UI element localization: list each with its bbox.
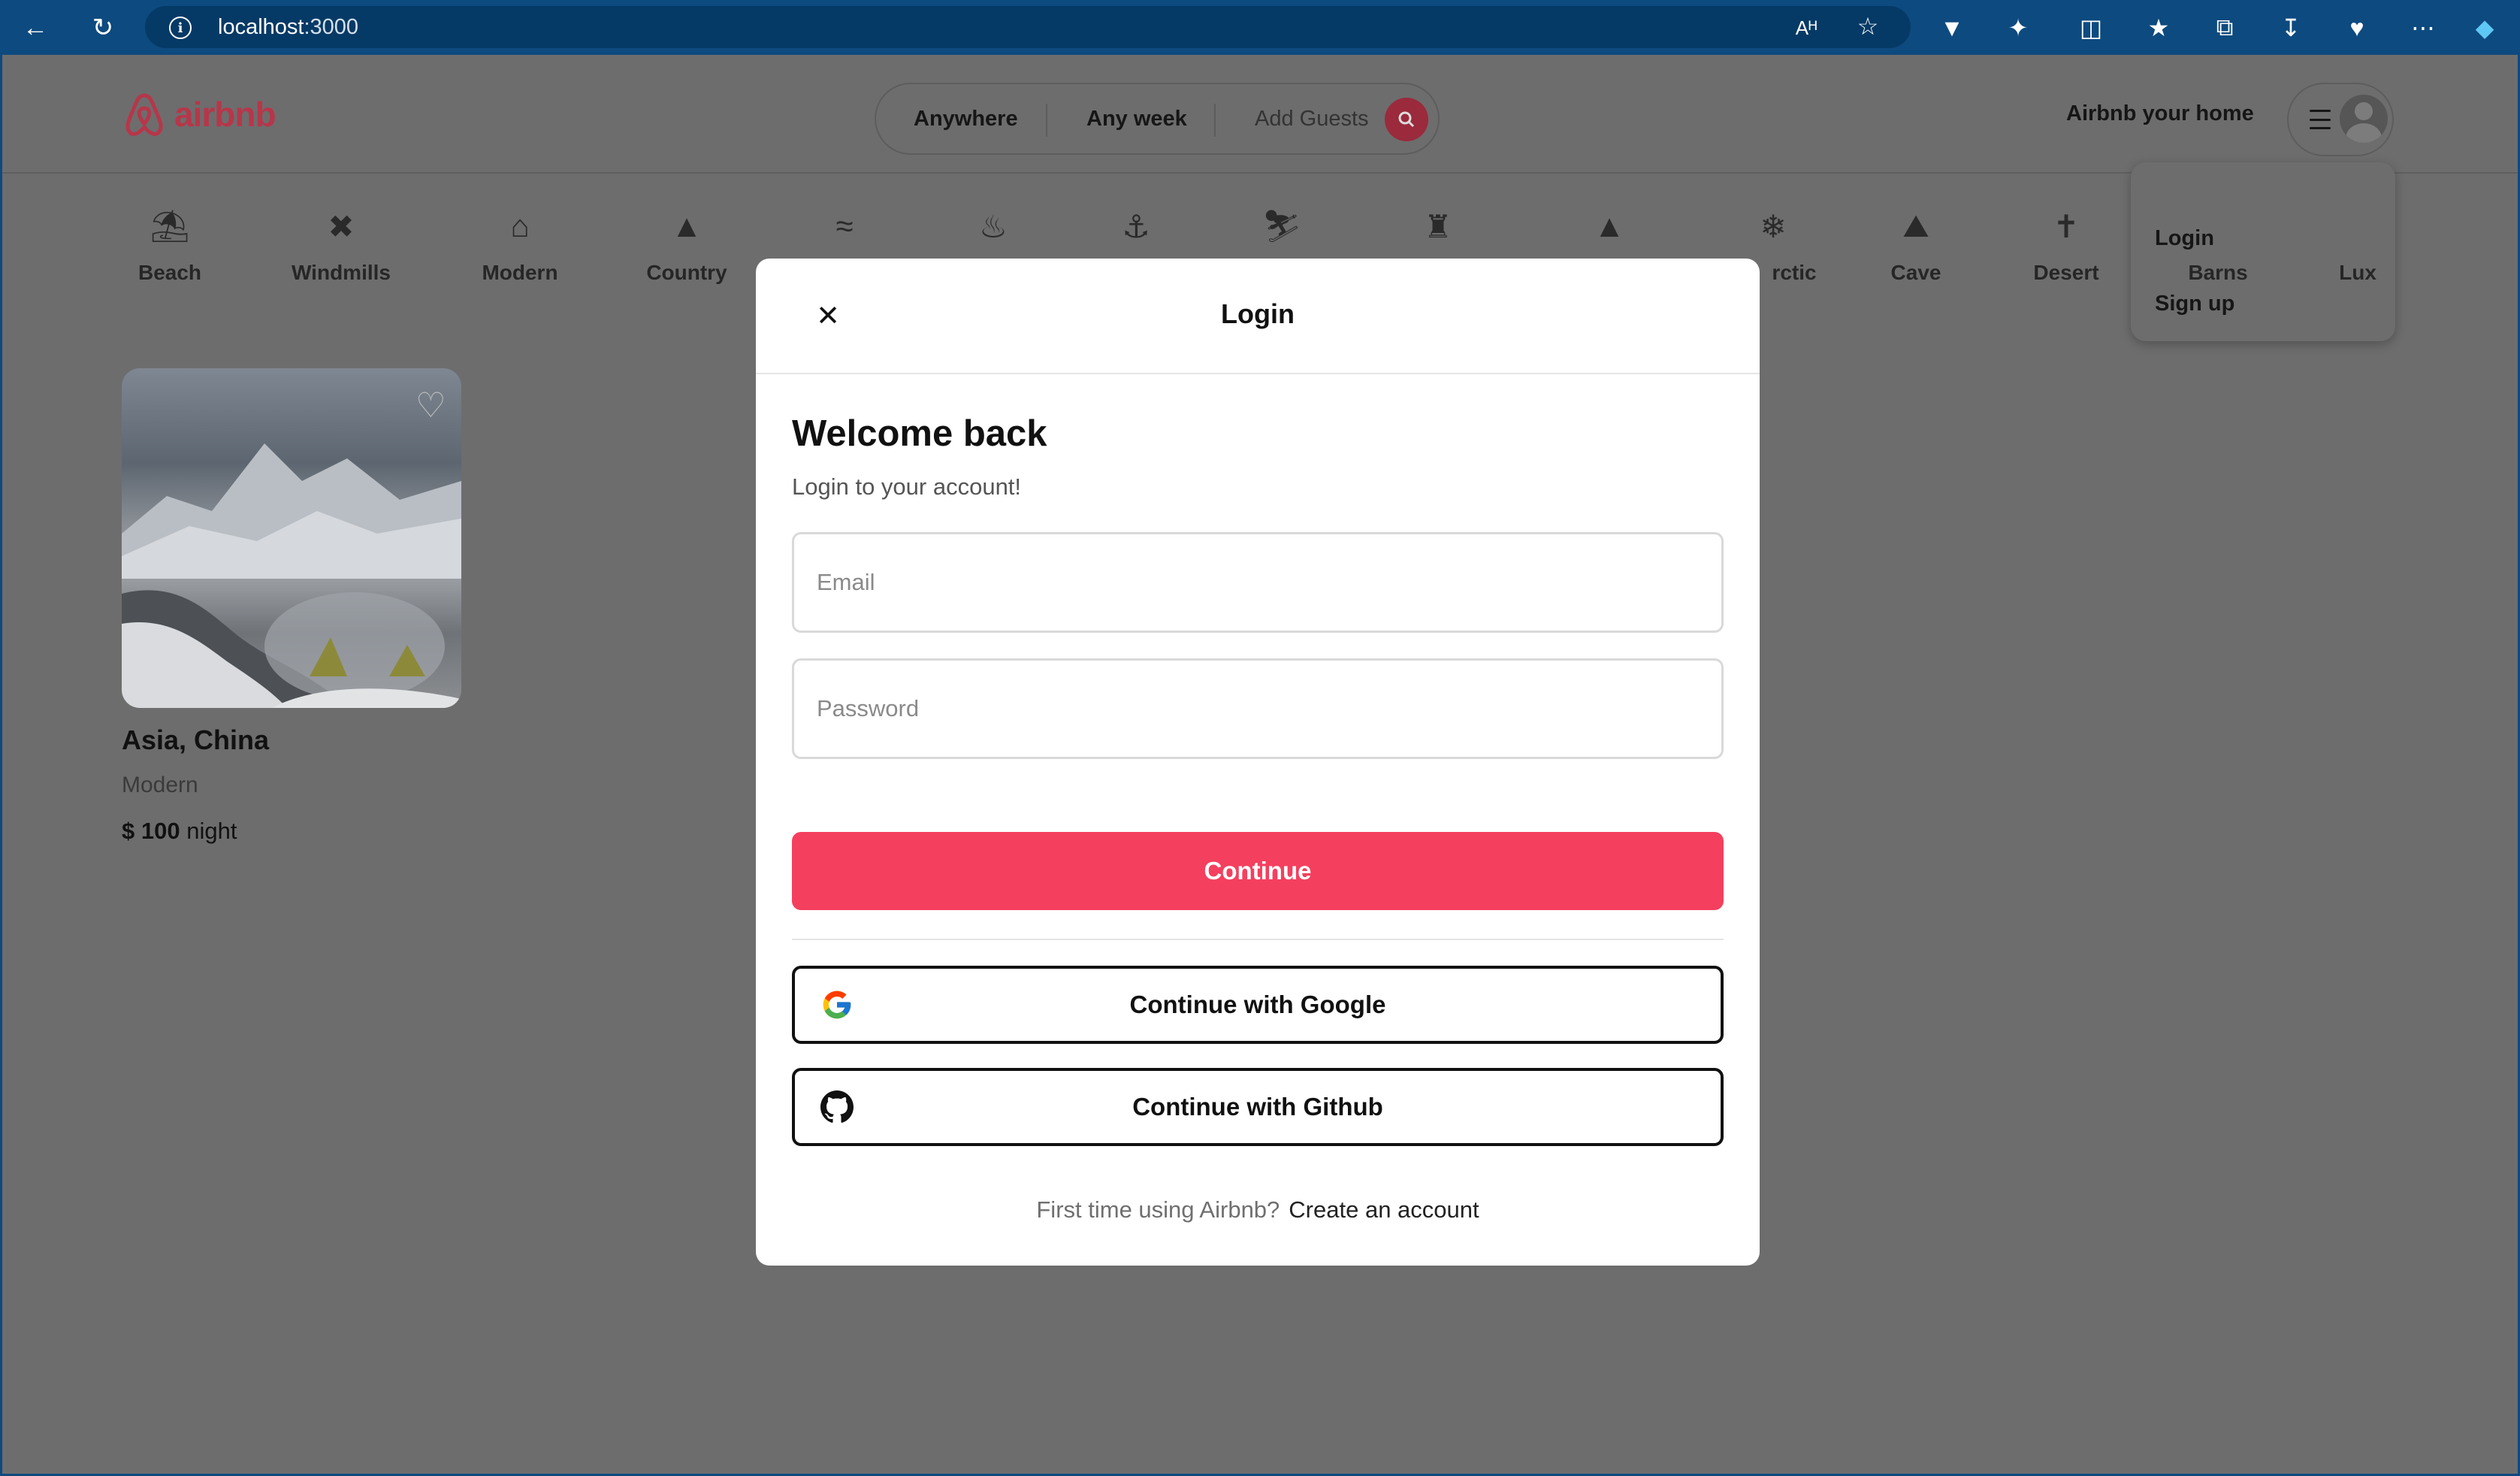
category-lux[interactable]: ◆Lux <box>2283 190 2433 285</box>
google-icon <box>823 991 851 1019</box>
forest-icon: ▲ <box>1594 208 1625 243</box>
category-islands[interactable]: ♨ <box>918 205 1068 261</box>
category-modern[interactable]: ⌂ Modern <box>445 205 595 285</box>
login-modal: ✕ Login Welcome back Login to your accou… <box>756 259 1760 1266</box>
modal-title: Login <box>1221 298 1295 329</box>
price-unit: night <box>186 818 237 844</box>
collections-icon[interactable]: ⧉ <box>2209 12 2241 44</box>
github-button-label: Continue with Github <box>1132 1093 1383 1121</box>
category-beach[interactable]: ⛱ Beach <box>95 205 245 285</box>
airbnb-logo-icon <box>125 93 163 136</box>
browser-toolbar: ← ↻ i localhost:3000 Aᴴ ☆ ▼ ✦ ◫ ★ ⧉ ↧ ♥ … <box>0 0 2520 55</box>
snowflake-icon: ❄ <box>1760 208 1787 244</box>
url-text: localhost:3000 <box>218 15 359 39</box>
welcome-heading: Welcome back <box>792 413 1047 454</box>
password-input[interactable] <box>794 661 1721 757</box>
windmill-icon: ✖ <box>328 208 355 244</box>
listing-price: $ 100 night <box>122 818 461 845</box>
github-icon <box>820 1090 854 1123</box>
modal-header: ✕ Login <box>756 259 1760 374</box>
menu-icon <box>2310 110 2331 129</box>
castle-icon: ♜ <box>1424 208 1452 244</box>
listing-card[interactable]: ♡ Asia, China Modern $ 100 night <box>122 368 461 845</box>
category-skiing[interactable]: ⛷ <box>1207 205 1357 261</box>
category-barns[interactable]: ⌂Barns <box>2143 190 2293 285</box>
email-input[interactable] <box>794 534 1721 631</box>
price-value: $ 100 <box>122 818 180 844</box>
category-castles[interactable]: ♜ <box>1363 205 1513 261</box>
search-anywhere[interactable]: Anywhere <box>914 107 1018 132</box>
create-account-link[interactable]: Create an account <box>1289 1196 1479 1223</box>
airbnb-logo[interactable]: airbnb <box>122 91 276 138</box>
user-menu-button[interactable] <box>2287 83 2394 156</box>
favorite-heart-icon[interactable]: ♡ <box>415 385 446 425</box>
logo-text: airbnb <box>174 95 276 134</box>
read-aloud-icon[interactable]: Aᴴ <box>1790 12 1822 44</box>
search-bar[interactable]: Anywhere Any week Add Guests <box>875 83 1440 155</box>
search-any-week[interactable]: Any week <box>1086 107 1187 132</box>
pool-icon: ≈ <box>835 208 854 243</box>
mountain-icon: ▲ <box>671 208 703 243</box>
extension-v-icon[interactable]: ▼ <box>1936 12 1968 44</box>
welcome-subtitle: Login to your account! <box>792 473 1022 500</box>
island-icon: ♨ <box>979 208 1008 244</box>
modern-house-icon: ⌂ <box>510 208 530 243</box>
category-country[interactable]: ▲ Country <box>612 205 762 285</box>
favorite-star-icon[interactable]: ☆ <box>1852 11 1884 42</box>
divider <box>792 939 1724 940</box>
search-divider <box>1046 104 1047 137</box>
category-desert[interactable]: ✝ Desert <box>1991 205 2141 285</box>
back-icon[interactable]: ← <box>18 11 53 45</box>
refresh-icon[interactable]: ↻ <box>86 11 120 45</box>
password-field[interactable] <box>792 658 1724 759</box>
split-screen-icon[interactable]: ◫ <box>2075 12 2107 44</box>
search-add-guests[interactable]: Add Guests <box>1255 107 1369 132</box>
listing-location: Asia, China <box>122 724 270 755</box>
continue-with-github-button[interactable]: Continue with Github <box>792 1068 1724 1146</box>
cave-icon: ⛰ <box>1902 207 1929 243</box>
footer-prompt: First time using Airbnb? <box>1036 1196 1280 1223</box>
site-header: airbnb Anywhere Any week Add Guests Airb… <box>2 55 2518 174</box>
google-button-label: Continue with Google <box>1129 991 1386 1018</box>
extensions-puzzle-icon[interactable]: ✦ <box>2002 12 2034 44</box>
listing-image[interactable]: ♡ <box>122 368 461 708</box>
copilot-icon[interactable]: ◆ <box>2469 12 2500 44</box>
continue-with-google-button[interactable]: Continue with Google <box>792 966 1724 1044</box>
address-bar[interactable]: i localhost:3000 Aᴴ ☆ <box>145 6 1911 48</box>
favorites-icon[interactable]: ★ <box>2143 12 2174 44</box>
listing-category: Modern <box>122 773 198 797</box>
category-lake[interactable]: ⚓ <box>1061 205 1211 261</box>
skiing-icon: ⛷ <box>1262 207 1302 243</box>
search-divider <box>1214 104 1216 137</box>
search-icon <box>1398 111 1415 128</box>
browser-essentials-icon[interactable]: ♥ <box>2341 12 2373 44</box>
airbnb-your-home-link[interactable]: Airbnb your home <box>2066 101 2254 126</box>
download-icon[interactable]: ↧ <box>2275 12 2307 44</box>
lake-icon: ⚓ <box>1122 208 1150 244</box>
email-field[interactable] <box>792 532 1724 633</box>
cactus-icon: ✝ <box>2053 208 2080 244</box>
avatar <box>2340 95 2388 143</box>
category-cave[interactable]: ⛰ Cave <box>1841 205 1991 285</box>
category-windmills[interactable]: ✖ Windmills <box>266 205 416 285</box>
search-button[interactable] <box>1385 98 1428 141</box>
beach-icon: ⛱ <box>150 207 190 243</box>
camp-tents-image <box>122 590 461 708</box>
category-pools[interactable]: ≈ <box>769 205 920 261</box>
more-options-icon[interactable]: ⋯ <box>2407 12 2439 44</box>
site-info-icon[interactable]: i <box>169 17 192 39</box>
modal-footer: First time using Airbnb? Create an accoun… <box>756 1196 1760 1223</box>
continue-button[interactable]: Continue <box>792 832 1724 910</box>
category-camping[interactable]: ▲ <box>1534 205 1685 261</box>
